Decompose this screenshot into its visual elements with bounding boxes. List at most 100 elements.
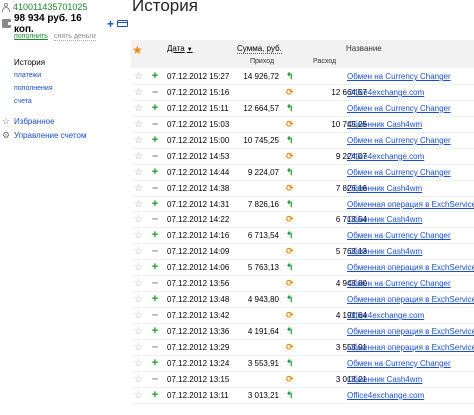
table-row: ☆ –07.12.2012 14:38 ⟳ 7 826,16 Обменник Cash… [131,181,474,197]
star-outline-icon[interactable]: ☆ [134,87,143,98]
sort-desc-icon: ▼ [186,47,193,53]
star-outline-icon: ☆ [2,116,11,126]
row-name-link[interactable]: Обменник Cash4wm [347,375,422,384]
add-funds-button[interactable]: + [107,18,114,30]
star-outline-icon[interactable]: ☆ [134,390,143,401]
row-name-link[interactable]: Обмен на Currency Changer [347,72,451,81]
star-outline-icon[interactable]: ☆ [134,103,143,114]
refresh-icon: ⟳ [286,246,294,257]
star-outline-icon[interactable]: ☆ [134,326,143,337]
row-income: 3 553,91 [247,358,279,368]
row-date: 07.12.2012 14:53 [167,151,230,161]
star-outline-icon[interactable]: ☆ [134,374,143,385]
star-outline-icon[interactable]: ☆ [134,278,143,289]
minus-icon: – [151,149,159,162]
return-arrow-icon: ↰ [286,198,294,209]
name-column-header: Название [346,44,382,53]
row-income: 10 745,25 [243,135,279,145]
table-row: ☆ –07.12.2012 13:15 ⟳ 3 013,21 Обменник Cash… [131,372,474,388]
plus-icon: + [151,293,159,306]
row-name-link[interactable]: Обменник Cash4wm [347,184,422,193]
plus-icon: + [151,388,159,401]
row-date: 07.12.2012 13:29 [167,342,230,352]
star-outline-icon[interactable]: ☆ [134,71,143,82]
star-outline-icon[interactable]: ☆ [134,358,143,369]
nav-item-payments[interactable]: платежи [14,69,124,82]
row-name-link[interactable]: Обменная операция в ExchService [347,327,474,336]
row-name-link[interactable]: Обменник Cash4wm [347,215,422,224]
row-name-link[interactable]: Обменник Cash4wm [347,247,422,256]
return-arrow-icon: ↰ [286,102,294,113]
star-outline-icon[interactable]: ☆ [134,262,143,273]
star-outline-icon[interactable]: ☆ [134,135,143,146]
refresh-icon: ⟳ [286,278,294,289]
row-name-link[interactable]: Обмен на Currency Changer [347,359,451,368]
row-name-link[interactable]: Office4exchange.com [347,391,424,400]
table-row: ☆ –07.12.2012 13:56 ⟳ 4 943,80 Обмен на Curr… [131,276,474,293]
star-outline-icon[interactable]: ☆ [134,214,143,225]
row-date: 07.12.2012 14:44 [167,167,230,177]
star-outline-icon[interactable]: ☆ [134,119,143,130]
table-header: ★ Дата ▼ Сумма, руб. Приход Расход Назван… [131,40,474,68]
row-income: 4 943,80 [247,295,279,305]
row-name-link[interactable]: Обмен на Currency Changer [347,279,451,288]
sum-column-header[interactable]: Сумма, руб. [237,44,282,54]
user-icon [2,2,10,12]
table-row: ☆ +07.12.2012 14:06 5 763,13 ↰ Обменная опер… [131,260,474,277]
row-name-link[interactable]: Обменная операция в ExchService [347,263,474,272]
row-date: 07.12.2012 13:11 [167,390,229,400]
minus-icon: – [151,213,159,226]
row-date: 07.12.2012 15:00 [167,135,230,145]
star-outline-icon[interactable]: ☆ [134,310,143,321]
refresh-icon: ⟳ [286,150,294,161]
row-name-link[interactable]: Обменная операция в ExchService [347,200,474,209]
nav-item-topups[interactable]: пополнения [14,82,124,95]
table-row: ☆ +07.12.2012 15:00 10 745,25 ↰ Обмен на Cur… [131,133,474,149]
table-row: ☆ +07.12.2012 14:31 7 826,16 ↰ Обменная опер… [131,197,474,213]
minus-icon: – [151,277,159,290]
table-row: ☆ –07.12.2012 15:16 ⟳ 12 664,57 Office4excha… [131,85,474,101]
star-outline-icon[interactable]: ☆ [134,246,143,257]
nav-item-history[interactable]: История [14,56,124,69]
row-name-link[interactable]: Office4exchange.com [347,88,424,97]
star-outline-icon[interactable]: ☆ [134,230,143,241]
return-arrow-icon: ↰ [286,262,294,273]
row-date: 07.12.2012 14:06 [167,263,230,273]
return-arrow-icon: ↰ [286,230,294,241]
star-outline-icon[interactable]: ☆ [134,183,143,194]
row-name-link[interactable]: Обменная операция в ExchService [347,295,474,304]
return-arrow-icon: ↰ [286,389,294,400]
plus-icon: + [151,261,159,274]
row-name-link[interactable]: Обмен на Currency Changer [347,231,451,240]
income-column-header: Приход [250,58,275,65]
star-outline-icon[interactable]: ☆ [134,151,143,162]
row-name-link[interactable]: Обмен на Currency Changer [347,136,451,145]
row-name-link[interactable]: Office4exchange.com [347,311,424,320]
row-name-link[interactable]: Обмен на Currency Changer [347,168,451,177]
star-outline-icon[interactable]: ☆ [134,199,143,210]
favorite-star-icon[interactable]: ★ [132,43,143,57]
topup-link[interactable]: пополнить [14,33,48,41]
star-outline-icon[interactable]: ☆ [134,167,143,178]
card-icon[interactable] [117,20,128,27]
row-date: 07.12.2012 14:09 [167,247,230,257]
row-date: 07.12.2012 15:03 [167,119,230,129]
star-outline-icon[interactable]: ☆ [134,294,143,305]
row-name-link[interactable]: Office4exchange.com [347,152,424,161]
favorites-link[interactable]: ☆ Избранное [2,114,126,128]
gear-icon: ⚙ [2,130,11,140]
row-name-link[interactable]: Обменник Cash4wm [347,120,422,129]
table-row: ☆ –07.12.2012 13:42 ⟳ 4 191,64 Office4exchan… [131,308,474,324]
withdraw-link[interactable]: снять деньги [53,33,96,41]
date-header-label: Дата [167,44,185,53]
return-arrow-icon: ↰ [286,134,294,145]
table-row: ☆ +07.12.2012 14:16 6 713,54 ↰ Обмен на Curr… [131,228,474,245]
nav-item-invoices[interactable]: счета [14,95,124,108]
row-name-link[interactable]: Обмен на Currency Changer [347,104,451,113]
row-name-link[interactable]: Обменная операция в ExchService [347,343,474,352]
star-outline-icon[interactable]: ☆ [134,342,143,353]
sidebar: 410011435701025 98 934 руб. 16 коп. + по… [0,0,128,415]
date-column-header[interactable]: Дата ▼ [167,44,193,53]
row-income: 6 713,54 [247,231,279,241]
account-settings-link[interactable]: ⚙ Управление счетом [2,128,126,142]
